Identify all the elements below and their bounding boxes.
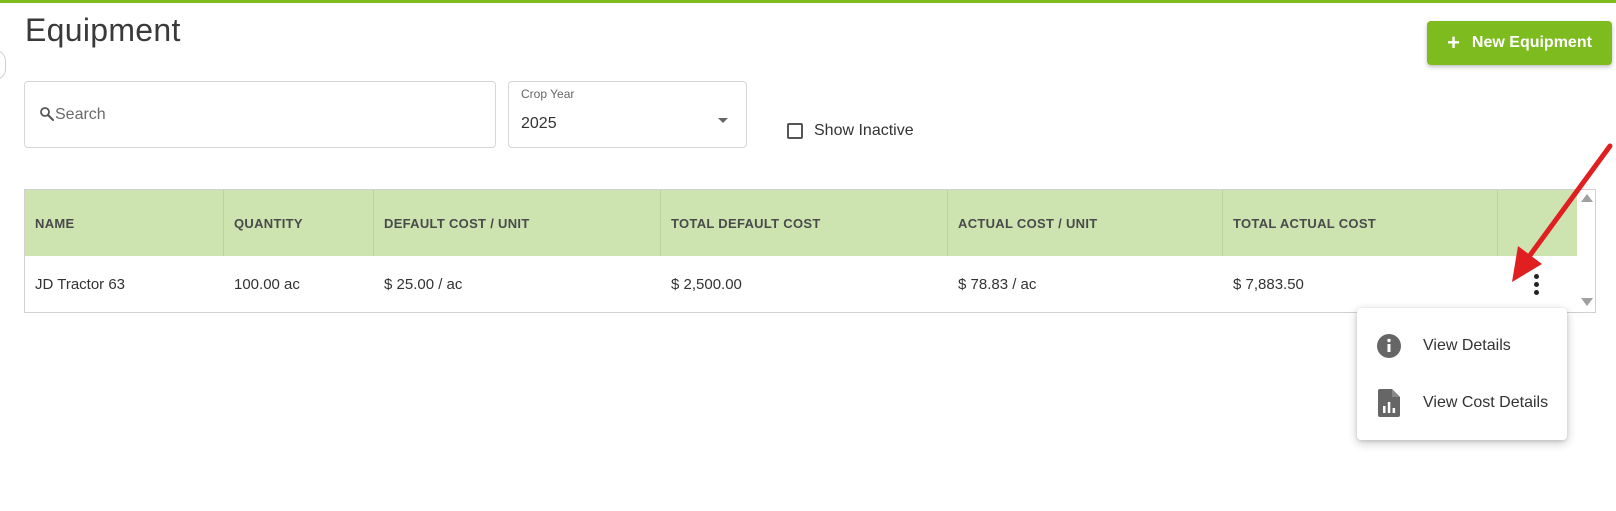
column-header-total-default-cost[interactable]: TOTAL DEFAULT COST [661, 190, 948, 256]
column-header-total-actual-cost[interactable]: TOTAL ACTUAL COST [1223, 190, 1498, 256]
search-input[interactable] [55, 102, 475, 128]
column-header-actual-cost-unit[interactable]: ACTUAL COST / UNIT [948, 190, 1223, 256]
crop-year-label: Crop Year [521, 87, 575, 101]
crop-year-select[interactable]: Crop Year 2025 [508, 81, 747, 148]
sidebar-toggle[interactable] [0, 50, 6, 80]
show-inactive-label: Show Inactive [814, 122, 914, 139]
cell-default-cost-unit: $ 25.00 / ac [384, 275, 463, 293]
chart-document-icon [1375, 389, 1403, 417]
cell-total-actual-cost: $ 7,883.50 [1233, 275, 1304, 293]
info-icon [1375, 332, 1403, 360]
row-actions-menu: View Details View Cost Details [1357, 308, 1567, 440]
table-row[interactable]: JD Tractor 63 100.00 ac $ 25.00 / ac $ 2… [25, 256, 1577, 312]
column-header-quantity[interactable]: QUANTITY [224, 190, 374, 256]
menu-item-view-cost-details[interactable]: View Cost Details [1357, 375, 1567, 431]
equipment-table: NAME QUANTITY DEFAULT COST / UNIT TOTAL … [24, 189, 1596, 313]
chevron-down-icon [718, 118, 728, 123]
cell-actual-cost-unit: $ 78.83 / ac [958, 275, 1037, 293]
cell-total-default-cost: $ 2,500.00 [671, 275, 742, 293]
crop-year-value: 2025 [521, 115, 557, 132]
column-header-name[interactable]: NAME [25, 190, 224, 256]
show-inactive-toggle[interactable]: Show Inactive [787, 122, 914, 140]
new-equipment-button[interactable]: + New Equipment [1427, 21, 1612, 65]
annotation-arrow-icon [1512, 143, 1613, 282]
cell-quantity: 100.00 ac [234, 275, 300, 293]
menu-item-label: View Details [1423, 337, 1511, 354]
menu-item-view-details[interactable]: View Details [1357, 318, 1567, 374]
page-title: Equipment [25, 12, 181, 48]
column-header-default-cost-unit[interactable]: DEFAULT COST / UNIT [374, 190, 661, 256]
search-icon [40, 107, 54, 121]
show-inactive-checkbox[interactable] [787, 123, 803, 139]
plus-icon: + [1447, 30, 1460, 55]
scroll-down-icon[interactable] [1581, 298, 1593, 306]
top-accent-bar [0, 0, 1616, 3]
cell-name: JD Tractor 63 [35, 275, 126, 293]
menu-item-label: View Cost Details [1423, 394, 1549, 411]
table-header: NAME QUANTITY DEFAULT COST / UNIT TOTAL … [25, 190, 1577, 256]
search-field[interactable] [24, 81, 496, 148]
new-equipment-label: New Equipment [1471, 34, 1592, 51]
